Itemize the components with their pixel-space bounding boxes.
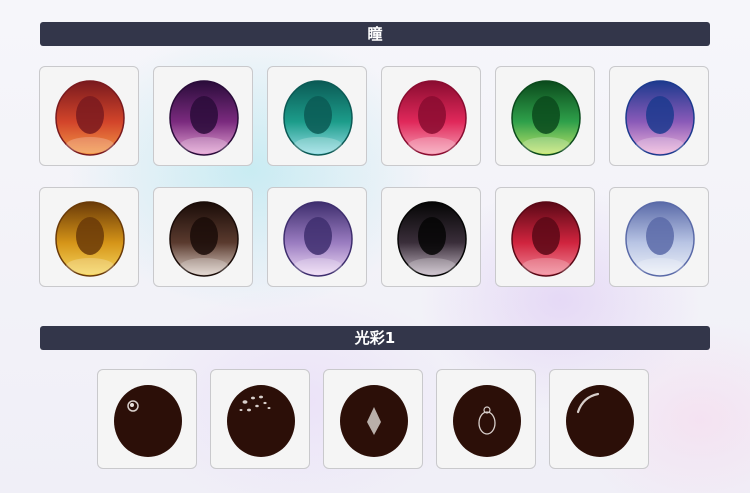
highlight-swatch-arc[interactable] [549,369,649,469]
iris-shine [636,137,684,153]
eye-swatch-gold-icon [55,201,125,277]
iris-shine [294,137,342,153]
eye-swatch-grid-row-2 [39,187,709,287]
highlight-swatch-ring-icon [453,385,521,457]
eye-swatch-dark-brown[interactable] [153,187,253,287]
highlight-swatch-dot-circle[interactable] [97,369,197,469]
eye-swatch-blue-pink[interactable] [609,66,709,166]
eye-swatch-rose[interactable] [381,66,481,166]
eye-swatch-orange-icon [55,80,125,156]
eye-swatch-teal[interactable] [267,66,367,166]
highlight-swatch-grid [97,369,649,469]
eye-swatch-purple-icon [169,80,239,156]
highlight-base [566,385,634,457]
eye-swatch-pale-blue[interactable] [609,187,709,287]
highlight-base [114,385,182,457]
iris-shine [180,258,228,274]
eye-swatch-orange[interactable] [39,66,139,166]
iris-shine [522,258,570,274]
highlight-swatch-speckles[interactable] [210,369,310,469]
iris-shine [66,258,114,274]
pupil [418,217,446,255]
pupil [418,96,446,134]
highlight-swatch-ring[interactable] [436,369,536,469]
iris-shine [636,258,684,274]
iris-shine [408,258,456,274]
pupil [76,96,104,134]
pupil [646,217,674,255]
iris-shine [66,137,114,153]
highlight-swatch-speckles-icon [227,385,295,457]
eye-swatch-lavender-icon [283,201,353,277]
highlight-swatch-diamond-icon [340,385,408,457]
pupil [304,217,332,255]
eye-swatch-purple[interactable] [153,66,253,166]
eye-swatch-teal-icon [283,80,353,156]
pupil [190,96,218,134]
eye-swatch-pale-blue-icon [625,201,695,277]
highlight-swatch-arc-icon [566,385,634,457]
eye-swatch-blue-pink-icon [625,80,695,156]
pupil [190,217,218,255]
pupil [76,217,104,255]
iris-shine [180,137,228,153]
eye-swatch-lavender[interactable] [267,187,367,287]
eye-swatch-crimson[interactable] [495,187,595,287]
highlight-swatch-diamond[interactable] [323,369,423,469]
iris-shine [408,137,456,153]
pupil [532,217,560,255]
eye-swatch-gold[interactable] [39,187,139,287]
eye-swatch-dark-brown-icon [169,201,239,277]
section-header-eyes: 瞳 [40,22,710,46]
pupil [646,96,674,134]
eye-swatch-black-sparkle[interactable] [381,187,481,287]
eye-swatch-rose-icon [397,80,467,156]
eye-swatch-green[interactable] [495,66,595,166]
eye-swatch-grid-row-1 [39,66,709,166]
pupil [304,96,332,134]
iris-shine [294,258,342,274]
highlight-swatch-dot-circle-icon [114,385,182,457]
eye-swatch-green-icon [511,80,581,156]
eye-swatch-black-sparkle-icon [397,201,467,277]
iris-shine [522,137,570,153]
highlight-base [453,385,521,457]
section-header-highlight: 光彩1 [40,326,710,350]
eye-swatch-crimson-icon [511,201,581,277]
pupil [532,96,560,134]
